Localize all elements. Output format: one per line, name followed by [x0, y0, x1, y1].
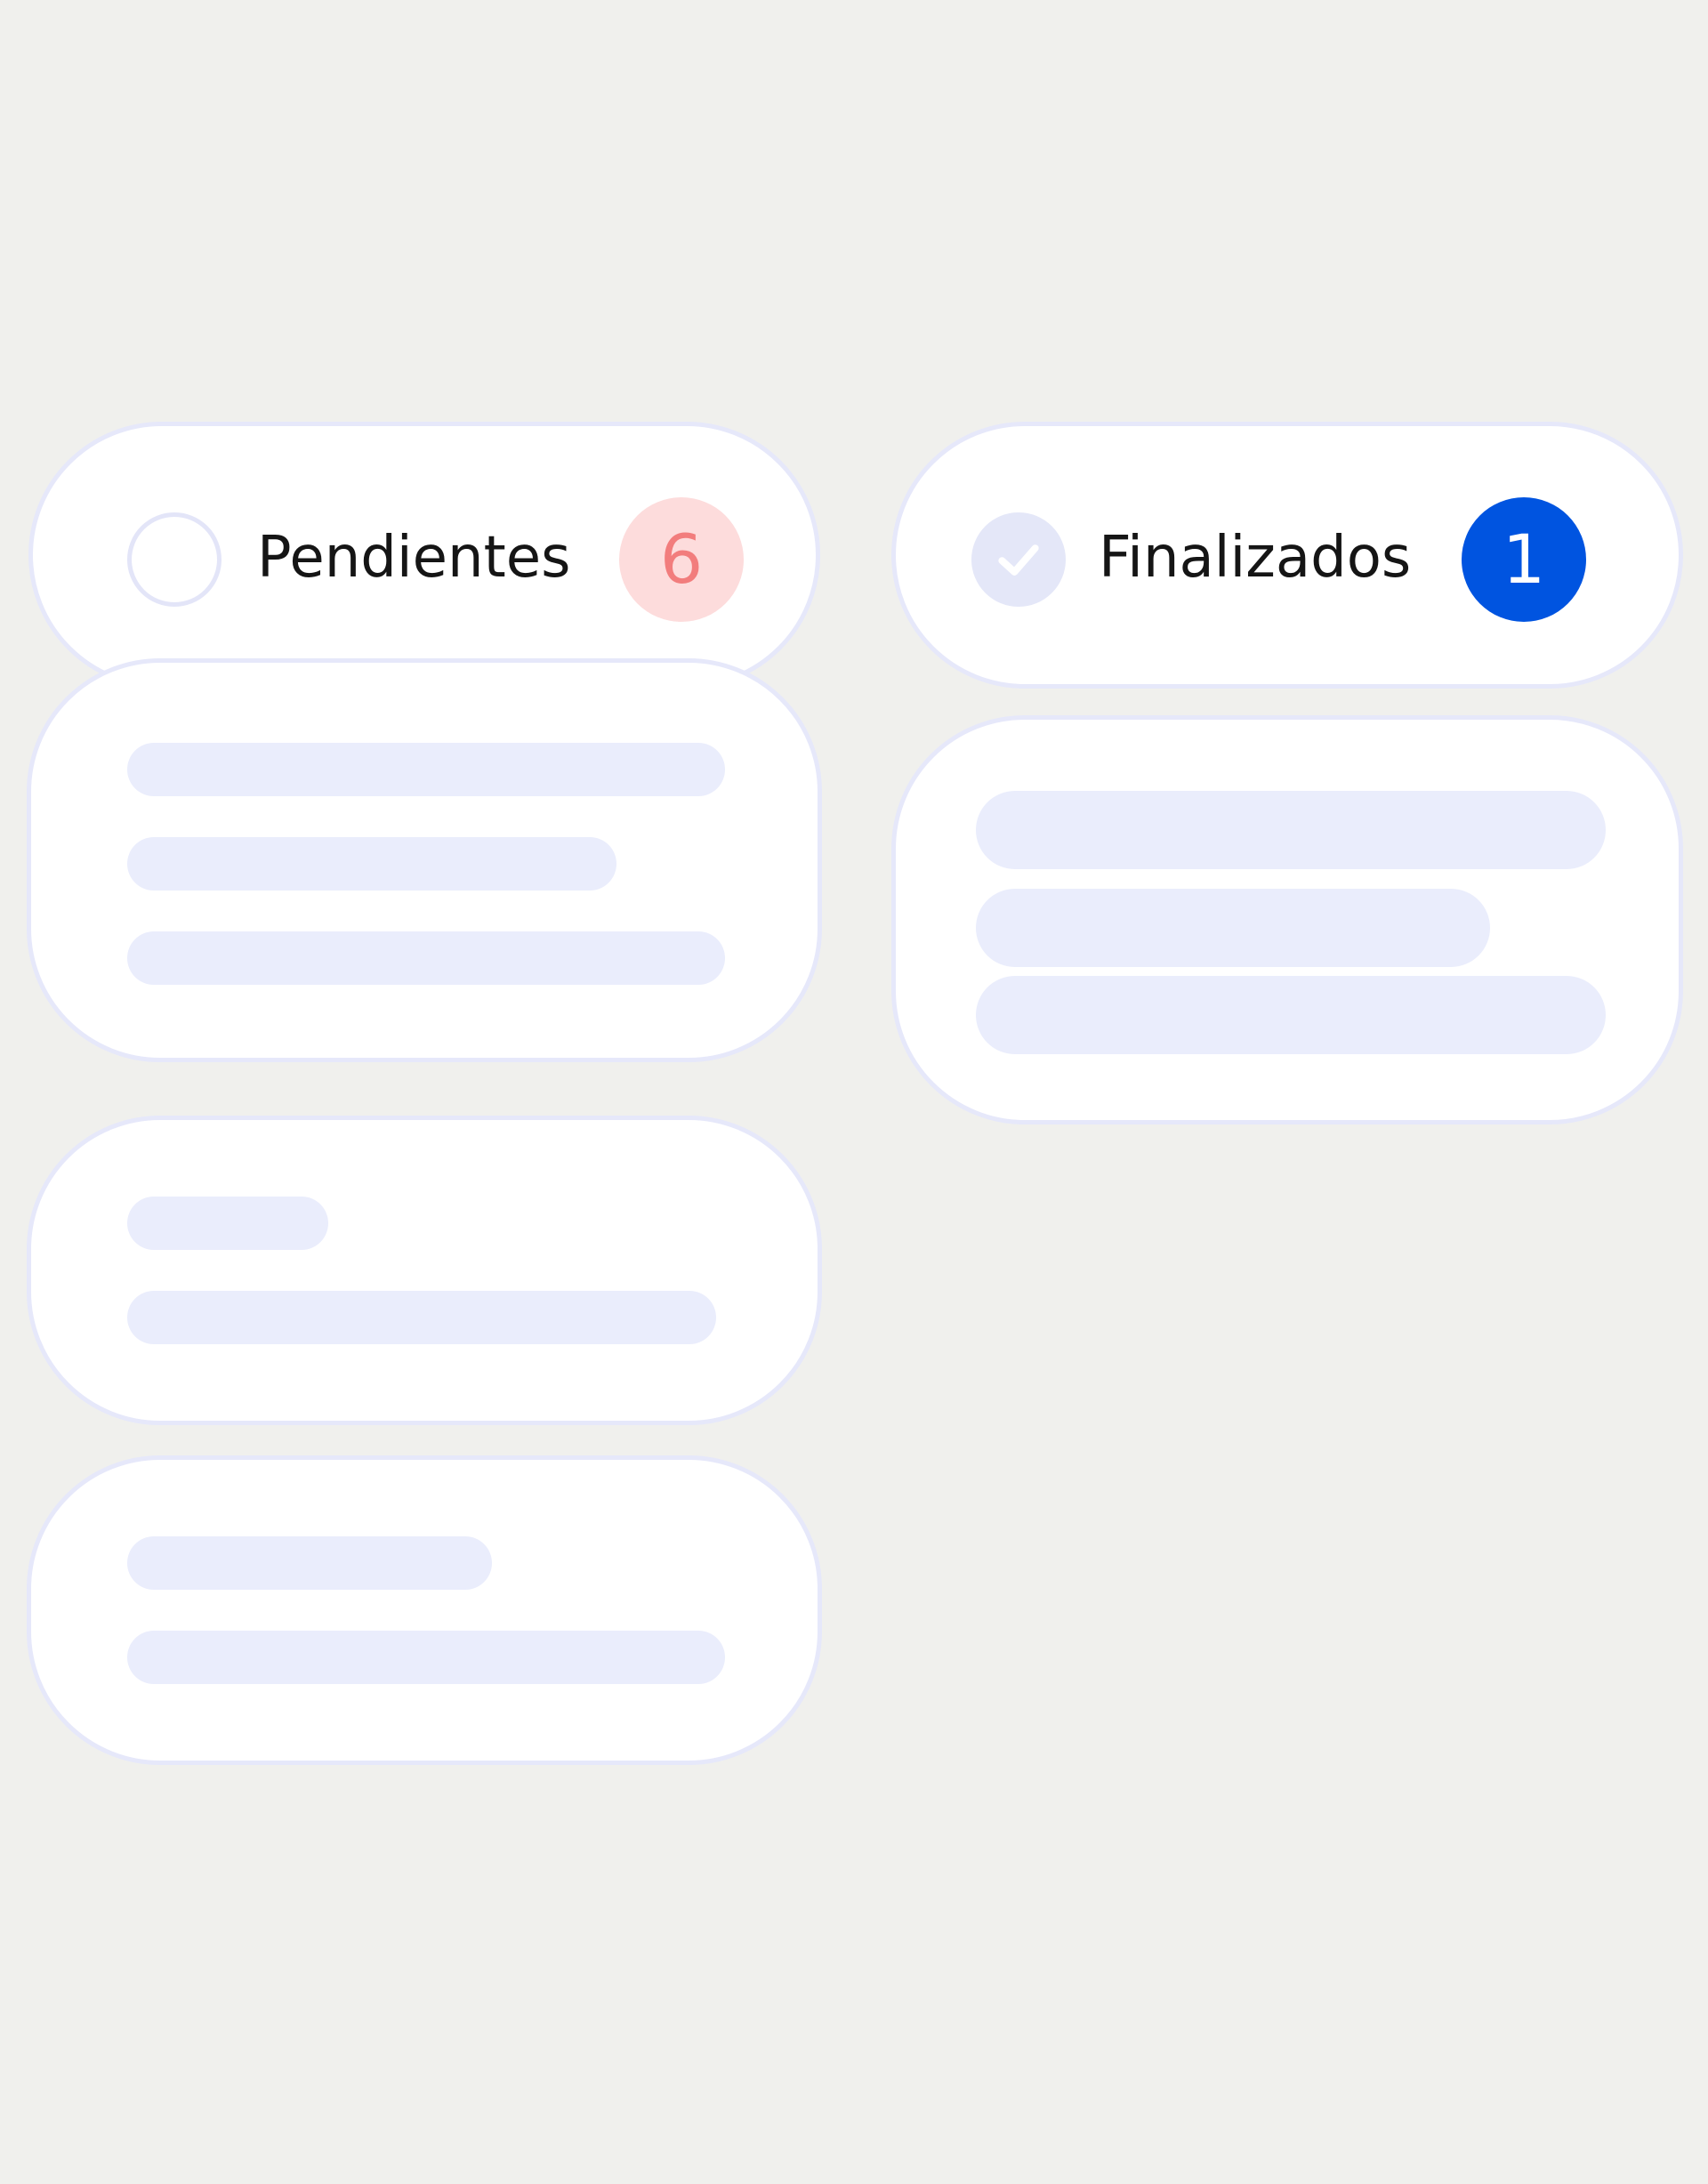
check-icon — [998, 544, 1039, 576]
done-task-card[interactable] — [891, 715, 1683, 1124]
pending-task-card[interactable] — [27, 1455, 822, 1765]
placeholder-line — [127, 1536, 492, 1590]
done-count-badge: 1 — [1462, 497, 1586, 622]
placeholder-line — [127, 837, 616, 891]
pending-header-card[interactable]: Pendientes 6 — [28, 422, 820, 689]
placeholder-line — [127, 743, 725, 796]
placeholder-line — [976, 976, 1606, 1054]
placeholder-line — [976, 791, 1606, 869]
placeholder-line — [127, 1631, 725, 1684]
placeholder-line — [127, 1291, 716, 1344]
pending-title: Pendientes — [257, 525, 571, 591]
placeholder-line — [127, 931, 725, 985]
done-title: Finalizados — [1099, 525, 1412, 591]
placeholder-line — [976, 889, 1490, 967]
done-header-card[interactable]: Finalizados 1 — [891, 422, 1683, 689]
pending-task-card[interactable] — [27, 1116, 822, 1425]
pending-task-card[interactable] — [27, 658, 822, 1062]
empty-circle-icon — [127, 512, 222, 607]
placeholder-line — [127, 1197, 328, 1250]
check-circle-icon — [971, 512, 1066, 607]
pending-count-badge: 6 — [619, 497, 744, 622]
